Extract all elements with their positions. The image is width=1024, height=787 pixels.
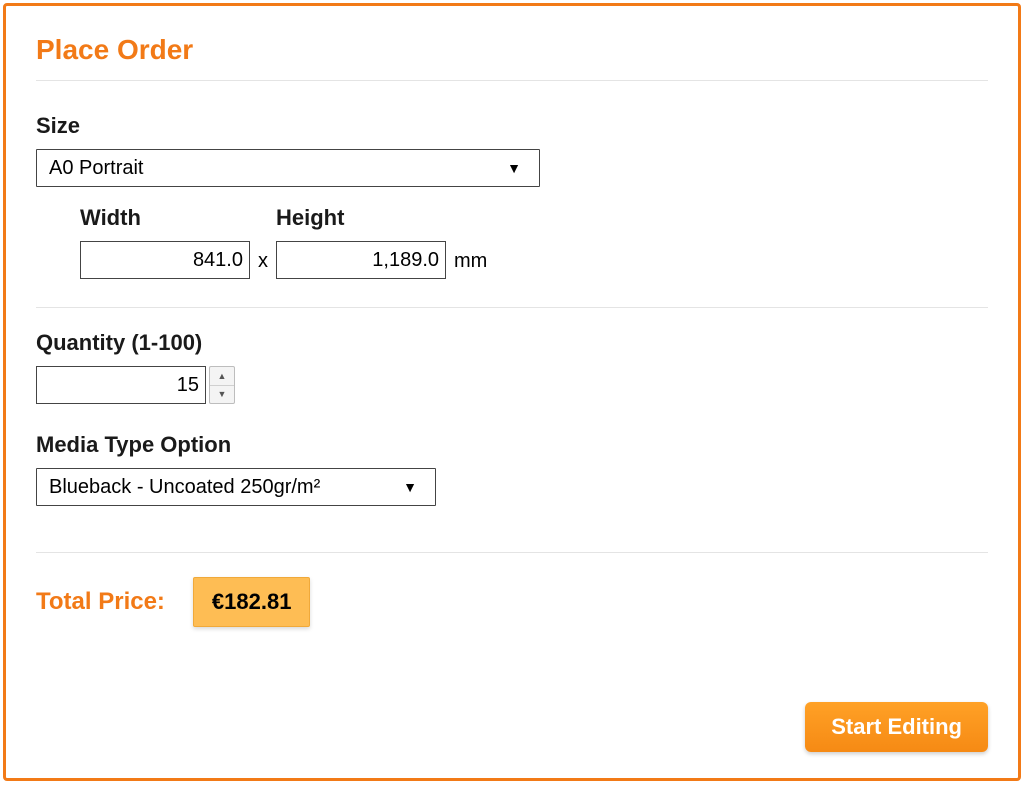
divider bbox=[36, 307, 988, 308]
media-select[interactable]: Blueback - Uncoated 250gr/m² ▼ bbox=[36, 468, 436, 506]
chevron-down-icon: ▼ bbox=[403, 479, 417, 495]
media-label: Media Type Option bbox=[36, 432, 988, 458]
total-row: Total Price: €182.81 bbox=[36, 577, 988, 627]
start-editing-button[interactable]: Start Editing bbox=[805, 702, 988, 752]
quantity-section: Quantity (1-100) ▲ ▼ bbox=[36, 330, 988, 422]
size-select-value: A0 Portrait bbox=[49, 157, 527, 180]
dimension-separator: x bbox=[250, 250, 276, 279]
stepper-down-icon[interactable]: ▼ bbox=[210, 386, 234, 404]
quantity-label: Quantity (1-100) bbox=[36, 330, 988, 356]
size-label: Size bbox=[36, 113, 988, 139]
width-label: Width bbox=[80, 205, 250, 231]
width-column: Width bbox=[80, 205, 250, 279]
quantity-row: ▲ ▼ bbox=[36, 366, 988, 404]
dimension-unit: mm bbox=[446, 250, 487, 279]
height-input[interactable] bbox=[276, 241, 446, 279]
size-select[interactable]: A0 Portrait ▼ bbox=[36, 149, 540, 187]
media-section: Media Type Option Blueback - Uncoated 25… bbox=[36, 432, 988, 524]
total-price-badge: €182.81 bbox=[193, 577, 311, 627]
dimensions-row: Width x Height mm bbox=[80, 205, 988, 279]
place-order-panel: Place Order Size A0 Portrait ▼ Width x H… bbox=[3, 3, 1021, 781]
height-column: Height bbox=[276, 205, 446, 279]
stepper-up-icon[interactable]: ▲ bbox=[210, 367, 234, 386]
width-input[interactable] bbox=[80, 241, 250, 279]
media-select-value: Blueback - Uncoated 250gr/m² bbox=[49, 476, 423, 499]
chevron-down-icon: ▼ bbox=[507, 160, 521, 176]
quantity-input[interactable] bbox=[36, 366, 206, 404]
total-price-label: Total Price: bbox=[36, 588, 165, 616]
quantity-stepper: ▲ ▼ bbox=[209, 366, 235, 404]
size-section: Size A0 Portrait ▼ Width x Height mm bbox=[36, 113, 988, 297]
action-row: Start Editing bbox=[805, 702, 988, 752]
divider bbox=[36, 552, 988, 553]
panel-title: Place Order bbox=[36, 34, 988, 81]
height-label: Height bbox=[276, 205, 446, 231]
